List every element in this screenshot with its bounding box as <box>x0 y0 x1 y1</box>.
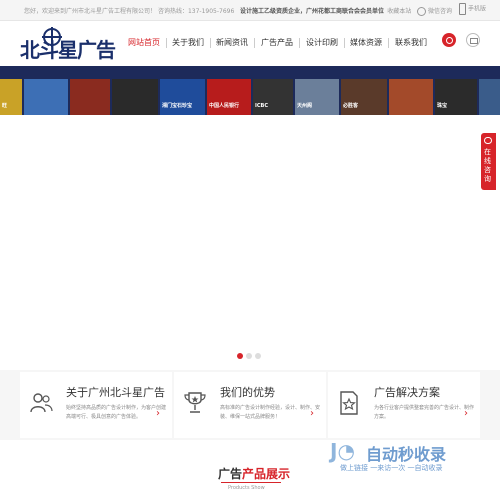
watermark: J◔ 自动秒收录 做上链接 一来访一次 一自动收录 <box>330 437 490 477</box>
chevron-right-icon: › <box>464 408 468 419</box>
hotline-number: 137-1905-7696 <box>187 8 235 15</box>
wechat-icon <box>416 7 426 16</box>
watermark-name: 自动秒收录 <box>366 445 447 464</box>
section-subtitle: Products Show <box>228 485 265 491</box>
storefront-sign <box>389 79 433 115</box>
nav-about[interactable]: 关于我们 <box>172 35 204 51</box>
storefront-sign <box>24 79 68 115</box>
feature-desc: 为各行业客户提供整套完善的广告设计、制作方案。 <box>374 405 475 420</box>
feature-title: 关于广州北斗星广告 <box>66 386 165 399</box>
favorite-link[interactable]: 收藏本站 <box>387 8 411 15</box>
nav-divider <box>388 38 389 48</box>
chevron-right-icon: › <box>310 408 314 419</box>
feature-card-solutions[interactable]: 广告解决方案 为各行业客户提供整套完善的广告设计、制作方案。 › <box>328 372 480 438</box>
banner-strip: 旺 湘门宝石珍宝 中国人民银行 ICBC 天州阁 必胜客 珠宝 <box>0 66 500 115</box>
nav-media[interactable]: 媒体资源 <box>350 35 382 51</box>
logo-text: 北斗星广告 <box>20 38 116 62</box>
nav-contact[interactable]: 联系我们 <box>395 35 427 51</box>
storefront-sign: 必胜客 <box>341 79 387 115</box>
watermark-logo-icon: J◔ <box>330 439 355 463</box>
nav-news[interactable]: 新闻资讯 <box>216 35 248 51</box>
nav-divider <box>166 38 167 48</box>
slider-dot[interactable] <box>246 353 252 359</box>
storefront-sign: 湘门宝石珍宝 <box>160 79 205 115</box>
phone-icon <box>458 3 466 15</box>
storefront-sign: 中国人民银行 <box>207 79 251 115</box>
site-header: 北斗星广告 网站首页 关于我们 新闻资讯 广告产品 设计印刷 媒体资源 联系我们 <box>0 21 500 66</box>
top-info-bar: 您好，欢迎来到广州市北斗星广告工程有限公司！ 咨询热线：137-1905-769… <box>0 0 500 21</box>
watermark-tagline: 做上链接 一来访一次 一自动收录 <box>340 464 443 472</box>
section-title: 广告产品展示 <box>218 465 290 482</box>
nav-divider <box>344 38 345 48</box>
people-icon <box>30 393 53 413</box>
section-title-highlight: 产品展示 <box>242 467 291 481</box>
title-underline <box>221 482 281 483</box>
mail-icon[interactable] <box>466 33 480 47</box>
nav-divider <box>299 38 300 48</box>
chat-icon <box>484 137 492 144</box>
star-document-icon <box>340 391 358 415</box>
feature-card-advantage[interactable]: 我们的优势 高标准的广告设计制作经验，设计、制作、安装、维保一站式品牌服务！ › <box>174 372 326 438</box>
logo-star-icon <box>42 27 62 47</box>
mobile-version-link[interactable]: 手机版 <box>458 3 486 15</box>
storefront-sign: 珠宝 <box>435 79 477 115</box>
chevron-right-icon: › <box>156 408 160 419</box>
slider-area <box>0 115 500 365</box>
section-title-prefix: 广告 <box>218 467 243 481</box>
nav-home[interactable]: 网站首页 <box>128 35 160 51</box>
storefront-sign <box>479 79 500 115</box>
slider-dot[interactable] <box>237 353 243 359</box>
slider-dot[interactable] <box>255 353 261 359</box>
feature-title: 广告解决方案 <box>374 386 440 399</box>
storefront-sign: ICBC <box>253 79 293 115</box>
mobile-label: 手机版 <box>467 5 486 13</box>
feature-desc: 始终坚持高品质的广告设计制作，为客户创建高端可行、极具创意的广告体验。 <box>66 405 167 420</box>
feature-row: 关于广州北斗星广告 始终坚持高品质的广告设计制作，为客户创建高端可行、极具创意的… <box>0 370 500 440</box>
search-icon[interactable] <box>442 33 456 47</box>
welcome-text: 您好，欢迎来到广州市北斗星广告工程有限公司！ <box>24 8 157 15</box>
storefront-sign <box>70 79 110 115</box>
storefront-sign <box>112 79 158 115</box>
welcome-line: 您好，欢迎来到广州市北斗星广告工程有限公司！ 咨询热线：137-1905-769… <box>24 6 384 15</box>
nav-products[interactable]: 广告产品 <box>261 35 293 51</box>
nav-divider <box>210 38 211 48</box>
trophy-icon <box>184 392 206 413</box>
feature-desc: 高标准的广告设计制作经验，设计、制作、安装、维保一站式品牌服务！ <box>220 405 321 420</box>
nav-divider <box>254 38 255 48</box>
top-links: 收藏本站 微信咨询 <box>387 6 452 16</box>
online-consult-tab[interactable]: 在线咨询 <box>481 133 496 190</box>
qualification-text: 设计施工乙级资质企业，广州花都工商联合会会员单位 <box>240 8 385 15</box>
wechat-link[interactable]: 微信咨询 <box>428 8 452 15</box>
feature-title: 我们的优势 <box>220 386 275 399</box>
hotline-label: 咨询热线： <box>157 8 188 15</box>
storefront-sign: 天州阁 <box>295 79 339 115</box>
consult-label: 在线咨询 <box>484 148 491 183</box>
storefront-sign: 旺 <box>0 79 22 115</box>
feature-card-about[interactable]: 关于广州北斗星广告 始终坚持高品质的广告设计制作，为客户创建高端可行、极具创意的… <box>20 372 172 438</box>
nav-design-print[interactable]: 设计印刷 <box>306 35 338 51</box>
